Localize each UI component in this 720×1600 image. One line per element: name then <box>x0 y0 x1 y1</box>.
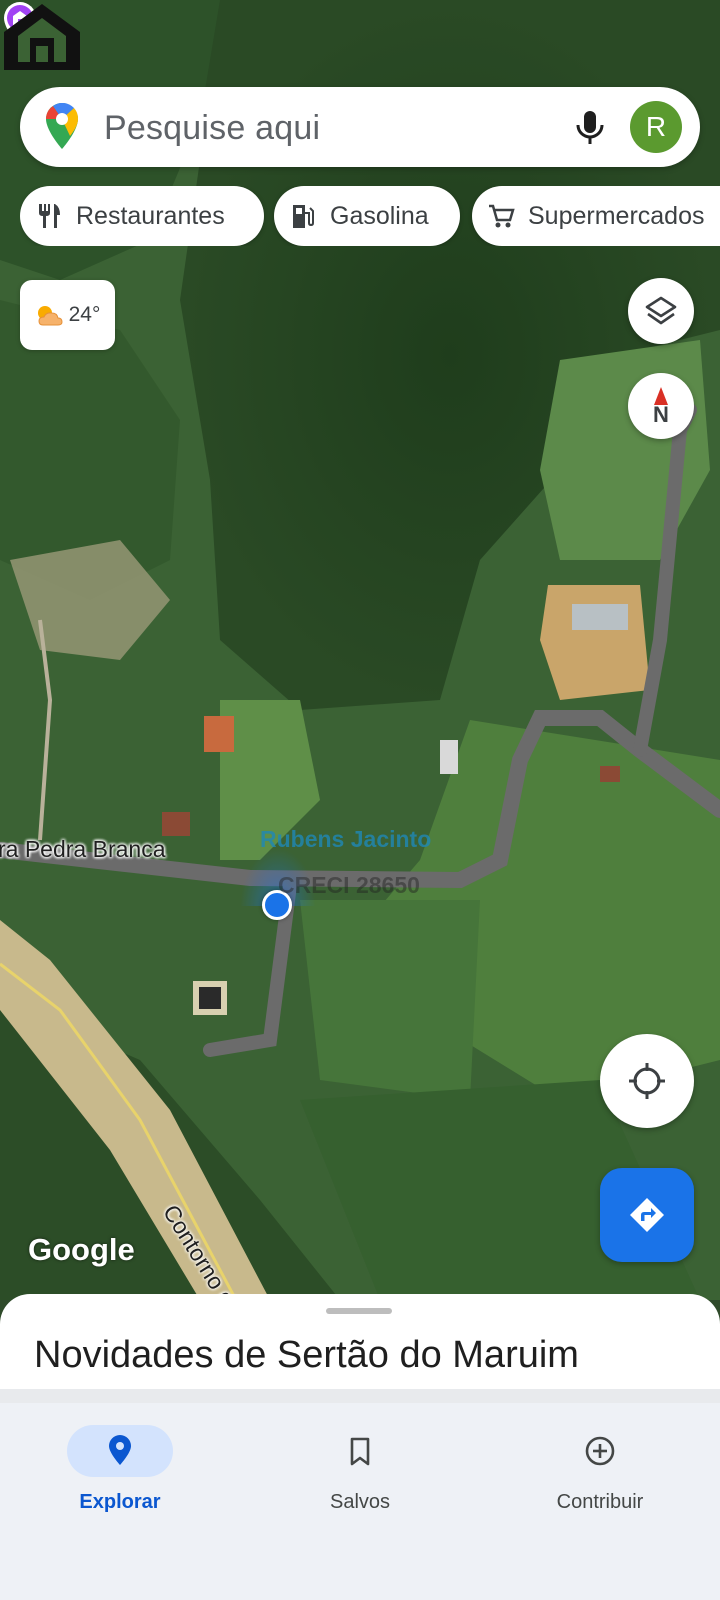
weather-temperature: 24° <box>68 303 101 326</box>
place-label[interactable]: ra Pedra Branca <box>0 836 165 863</box>
search-input[interactable]: Pesquise aqui <box>104 109 320 148</box>
search-bar[interactable]: Pesquise aqui R <box>20 87 700 167</box>
sheet-drag-handle[interactable] <box>326 1308 392 1314</box>
nav-saved[interactable]: Salvos <box>282 1421 462 1521</box>
sheet-divider <box>0 1389 720 1403</box>
google-maps-logo-icon <box>46 103 79 149</box>
layers-button[interactable] <box>628 278 694 344</box>
partly-cloudy-icon <box>37 306 63 326</box>
nav-label: Explorar <box>79 1491 161 1513</box>
category-chips: Restaurantes Gasolina Supermercados <box>20 186 720 246</box>
compass-button[interactable]: N <box>628 373 694 439</box>
my-location-button[interactable] <box>600 1034 694 1128</box>
avatar[interactable]: R <box>630 101 682 153</box>
chip-gas[interactable]: Gasolina <box>274 186 460 246</box>
chip-supermarkets[interactable]: Supermercados <box>472 186 720 246</box>
chip-label: Restaurantes <box>76 201 225 230</box>
fork-knife-icon <box>39 204 60 228</box>
gas-station-icon <box>293 205 314 228</box>
add-circle-icon <box>585 1436 615 1466</box>
weather-widget[interactable]: 24° <box>20 280 115 350</box>
bottom-navigation: Explorar Salvos Contribuir <box>0 1403 720 1600</box>
nav-label: Salvos <box>329 1491 391 1513</box>
directions-icon <box>630 1198 664 1232</box>
cart-icon <box>489 204 515 228</box>
nav-contribute[interactable]: Contribuir <box>522 1421 702 1521</box>
bookmark-icon <box>350 1437 370 1466</box>
directions-button[interactable] <box>600 1168 694 1262</box>
google-logo: Google <box>28 1232 135 1267</box>
chip-label: Supermercados <box>528 201 705 230</box>
watermark-house-logo <box>4 4 80 70</box>
nav-label: Contribuir <box>556 1491 644 1513</box>
chip-label: Gasolina <box>330 201 429 230</box>
watermark-creci: CRECI 28650 <box>278 872 420 898</box>
chip-restaurants[interactable]: Restaurantes <box>20 186 264 246</box>
layers-icon <box>645 296 677 325</box>
sheet-title: Novidades de Sertão do Maruim <box>34 1334 579 1376</box>
watermark-name: Rubens Jacinto <box>260 826 432 852</box>
nav-explore[interactable]: Explorar <box>42 1421 222 1521</box>
compass-north-label: N <box>653 402 669 427</box>
microphone-icon[interactable] <box>568 105 612 149</box>
explore-bottom-sheet[interactable]: Novidades de Sertão do Maruim <box>0 1294 720 1389</box>
crosshair-icon <box>629 1063 665 1099</box>
location-pin-icon <box>109 1435 131 1465</box>
